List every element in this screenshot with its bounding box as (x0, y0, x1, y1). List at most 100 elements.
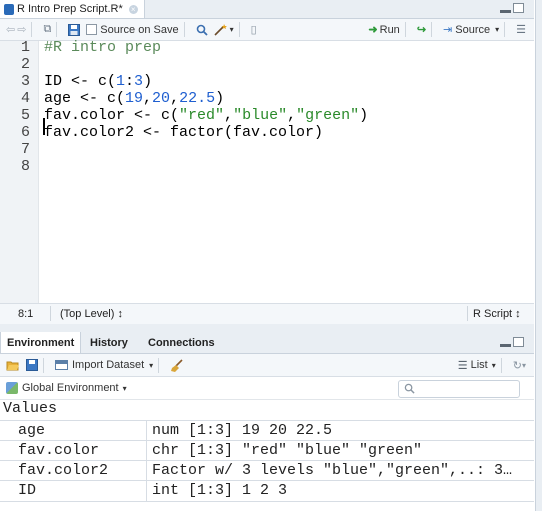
list-view-dropdown[interactable]: ☰ List ▾ (458, 359, 496, 372)
editor-tab[interactable]: R Intro Prep Script.R* × (0, 0, 145, 18)
variable-name: fav.color (18, 442, 100, 459)
env-toolbar: Import Dataset ▾ ☰ List ▾ ↻ ▾ (0, 354, 534, 377)
refresh-icon[interactable]: ↻ ▾ (513, 359, 526, 372)
divider (183, 22, 185, 37)
cursor-position: 8:1 (18, 308, 34, 320)
save-workspace-icon[interactable] (26, 359, 38, 371)
environment-selector[interactable]: Global Environment ▾ (6, 382, 127, 394)
divider (146, 461, 147, 481)
magic-wand-icon[interactable]: ▾ (214, 23, 234, 36)
divider (500, 357, 502, 373)
source-icon: ⇥ (443, 24, 453, 36)
divider (431, 22, 433, 37)
env-tabbar: Environment History Connections (0, 332, 534, 354)
line-number: 8 (20, 158, 30, 175)
r-file-icon (4, 3, 14, 15)
run-label: Run (379, 23, 400, 36)
tab-connections[interactable]: Connections (142, 332, 221, 353)
editor-tabbar: R Intro Prep Script.R* × (0, 0, 534, 19)
code-line[interactable]: fav.color <- c("red","blue","green") (44, 107, 368, 124)
broom-icon[interactable] (170, 358, 184, 372)
table-row[interactable]: age num [1:3] 19 20 22.5 (0, 420, 534, 441)
divider (238, 22, 240, 37)
line-number: 4 (20, 90, 30, 107)
minimize-pane-icon[interactable] (500, 10, 511, 13)
line-number: 6 (20, 124, 30, 141)
r-env-icon (6, 382, 18, 394)
scope-selector[interactable]: (Top Level) ↕ (60, 308, 123, 320)
divider (43, 357, 44, 373)
divider (146, 441, 147, 461)
import-dataset-button[interactable]: Import Dataset ▾ (55, 359, 153, 371)
maximize-pane-icon[interactable] (513, 337, 524, 347)
code-line[interactable]: age <- c(19,20,22.5) (44, 90, 224, 107)
source-button[interactable]: ⇥ Source ▾ (443, 23, 499, 37)
run-arrow-icon: ➜ (368, 24, 378, 36)
search-icon[interactable] (196, 24, 208, 36)
env-search-input[interactable] (398, 380, 520, 398)
environment-label: Global Environment (22, 382, 119, 394)
code-line[interactable]: #R intro prep (44, 39, 161, 56)
list-icon: ☰ (457, 359, 468, 372)
env-window-buttons (500, 337, 524, 347)
table-icon (55, 360, 68, 370)
run-button[interactable]: ➜ Run (368, 23, 400, 37)
values-section-header: Values (0, 400, 534, 420)
code-line[interactable]: fav.color2 <- factor(fav.color) (44, 124, 323, 141)
outline-icon[interactable]: ☰ (516, 23, 526, 36)
open-folder-icon[interactable] (6, 359, 20, 371)
line-number: 5 (20, 107, 30, 124)
editor-statusbar: 8:1 (Top Level) ↕ R Script ↕ (0, 303, 534, 325)
text-cursor (43, 118, 45, 135)
minimize-pane-icon[interactable] (500, 344, 511, 347)
divider (146, 421, 147, 441)
code-editor[interactable]: 1 2 3 4 5 6 7 8 #R intro prep ID <- c(1:… (0, 39, 534, 303)
divider (56, 22, 58, 37)
tab-environment[interactable]: Environment (0, 332, 82, 353)
compile-report-icon[interactable]: ▯ (251, 23, 257, 36)
maximize-pane-icon[interactable] (513, 3, 524, 13)
chevron-down-icon: ▾ (149, 360, 154, 370)
filetype-selector[interactable]: R Script ↕ (473, 308, 521, 320)
variable-value: num [1:3] 19 20 22.5 (152, 422, 333, 439)
editor-window-buttons (500, 3, 524, 13)
table-row[interactable]: ID int [1:3] 1 2 3 (0, 480, 534, 502)
tab-history[interactable]: History (84, 332, 134, 353)
save-icon[interactable] (68, 23, 81, 36)
line-number-gutter: 1 2 3 4 5 6 7 8 (0, 39, 39, 303)
variable-value: chr [1:3] "red" "blue" "green" (152, 442, 423, 459)
divider (504, 22, 506, 37)
divider (146, 481, 147, 501)
chevron-down-icon: ▾ (491, 360, 496, 370)
source-label: Source (455, 23, 491, 36)
right-pane-edge (535, 0, 542, 511)
show-in-window-icon[interactable]: ⧉ (43, 23, 51, 36)
import-dataset-label: Import Dataset (72, 359, 145, 371)
search-icon (404, 383, 415, 394)
pane-splitter[interactable] (0, 324, 534, 332)
tab-label: Environment (7, 336, 75, 349)
line-number: 2 (20, 56, 30, 73)
close-tab-icon[interactable]: × (128, 4, 138, 14)
checkbox-box[interactable] (86, 24, 98, 35)
divider (50, 306, 51, 321)
list-label: List (470, 359, 488, 371)
code-line[interactable]: ID <- c(1:3) (44, 73, 152, 90)
env-scope-bar: Global Environment ▾ (0, 377, 534, 400)
divider (158, 357, 160, 373)
tab-label: History (90, 336, 128, 349)
divider (31, 22, 33, 37)
back-icon[interactable]: ⇦ (6, 23, 15, 36)
source-on-save-label: Source on Save (100, 23, 179, 36)
variable-name: age (18, 422, 46, 439)
rerun-icon[interactable]: ↪ (417, 23, 426, 36)
variable-value: int [1:3] 1 2 3 (152, 482, 288, 499)
forward-icon[interactable]: ⇨ (17, 23, 26, 36)
divider (467, 306, 468, 321)
variable-name: fav.color2 (18, 462, 109, 479)
variable-name: ID (18, 482, 37, 499)
source-on-save-checkbox[interactable]: Source on Save (86, 23, 179, 36)
table-row[interactable]: fav.color2 Factor w/ 3 levels "blue","gr… (0, 460, 534, 481)
table-row[interactable]: fav.color chr [1:3] "red" "blue" "green" (0, 440, 534, 461)
source-dropdown-icon[interactable]: ▾ (495, 25, 499, 34)
